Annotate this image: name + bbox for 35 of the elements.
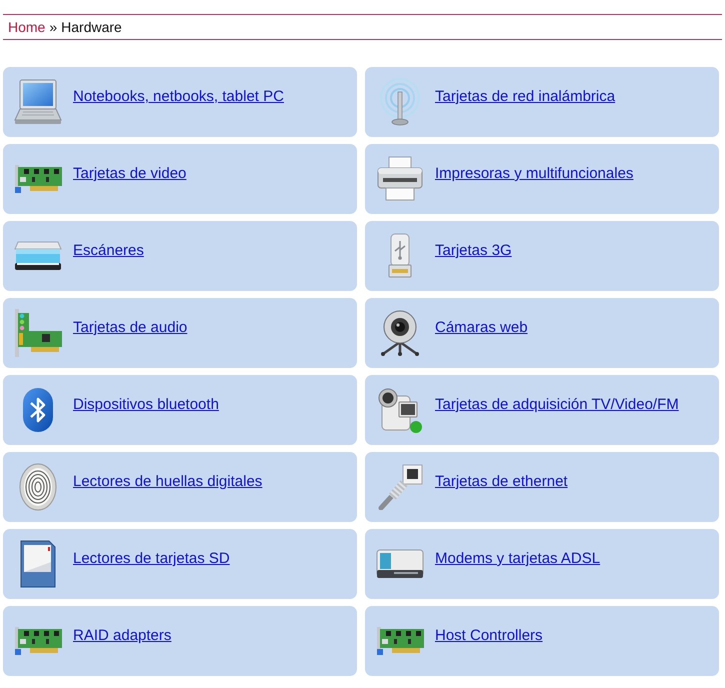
category-link[interactable]: Cámaras web — [435, 319, 528, 337]
usb-plug-icon — [387, 233, 413, 279]
category-link[interactable]: RAID adapters — [73, 627, 172, 645]
breadcrumb-separator: » — [49, 19, 58, 36]
ethernet-cable-icon — [377, 464, 423, 510]
category-link[interactable]: Lectores de huellas digitales — [73, 473, 262, 491]
expansion-card-icon — [376, 627, 424, 655]
sd-card-icon — [20, 540, 56, 588]
current-page-label: Hardware — [61, 19, 122, 36]
scanner-icon — [14, 241, 62, 271]
sound-card-icon — [14, 309, 62, 357]
fingerprint-icon — [19, 463, 57, 511]
printer-icon — [376, 156, 424, 202]
laptop-icon — [14, 79, 62, 125]
webcam-icon — [378, 310, 422, 356]
category-link[interactable]: Modems y tarjetas ADSL — [435, 550, 600, 568]
category-link[interactable]: Notebooks, netbooks, tablet PC — [73, 88, 284, 106]
category-link[interactable]: Tarjetas de audio — [73, 319, 188, 337]
category-link[interactable]: Impresoras y multifuncionales — [435, 165, 634, 183]
category-link[interactable]: Host Controllers — [435, 627, 543, 645]
home-link[interactable]: Home — [8, 19, 46, 36]
category-link[interactable]: Tarjetas de video — [73, 165, 186, 183]
bluetooth-icon — [22, 387, 54, 433]
antenna-icon — [377, 78, 423, 126]
category-link[interactable]: Tarjetas de ethernet — [435, 473, 568, 491]
category-link[interactable]: Tarjetas 3G — [435, 242, 512, 260]
expansion-card-icon — [14, 165, 62, 193]
category-link[interactable]: Tarjetas de adquisición TV/Video/FM — [435, 396, 679, 414]
category-link[interactable]: Dispositivos bluetooth — [73, 396, 219, 414]
category-link[interactable]: Escáneres — [73, 242, 144, 260]
modem-icon — [376, 548, 424, 580]
camcorder-icon — [377, 386, 423, 434]
category-link[interactable]: Tarjetas de red inalámbrica — [435, 88, 616, 106]
expansion-card-icon — [14, 627, 62, 655]
category-link[interactable]: Lectores de tarjetas SD — [73, 550, 230, 568]
